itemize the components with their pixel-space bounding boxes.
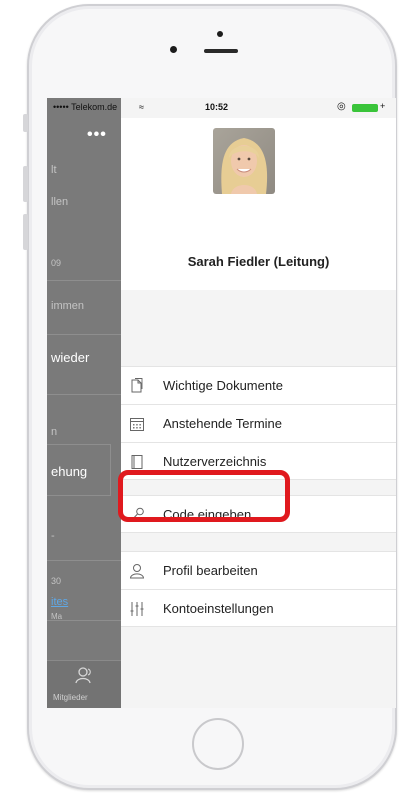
menu-item-label: Wichtige Dokumente <box>163 378 283 393</box>
menu-item-account-settings[interactable]: Kontoeinstellungen <box>121 589 396 627</box>
background-app-overlay[interactable]: ••• lt llen 09 immen wieder n ehung - 30… <box>47 98 121 708</box>
menu-item-label: Nutzerverzeichnis <box>163 454 267 469</box>
wifi-icon: ≈ <box>139 102 144 112</box>
directory-icon <box>131 455 143 469</box>
bg-text-fragment: 30 <box>51 576 62 586</box>
home-button[interactable] <box>192 718 244 770</box>
user-icon <box>129 564 145 579</box>
bg-text-fragment: ehung <box>51 464 88 479</box>
tab-members-label: Mitglieder <box>53 693 88 702</box>
menu-item-edit-profile[interactable]: Profil bearbeiten <box>121 551 396 589</box>
front-camera <box>217 31 223 37</box>
highlight-annotation <box>118 470 290 522</box>
divider <box>47 394 121 395</box>
carrier-label: ••••• Telekom.de <box>53 102 118 112</box>
bg-text-fragment: n <box>51 426 58 438</box>
divider <box>47 280 121 281</box>
menu-item-documents[interactable]: Wichtige Dokumente <box>121 366 396 404</box>
charging-icon: + <box>380 101 386 111</box>
phone-screen: ••••• Telekom.de ≈ 10:52 ◎ + ••• lt llen… <box>47 98 396 708</box>
members-icon <box>75 667 91 684</box>
earpiece-speaker <box>204 49 238 53</box>
menu-item-label: Anstehende Termine <box>163 416 283 431</box>
bg-text-fragment: - <box>51 530 55 542</box>
battery-icon <box>352 104 378 112</box>
menu-group-account: Profil bearbeiten Kontoeinstellungen <box>121 551 396 627</box>
menu-item-appointments[interactable]: Anstehende Termine <box>121 404 396 442</box>
alarm-icon: ◎ <box>337 101 346 112</box>
bg-text-fragment: immen <box>51 300 85 312</box>
proximity-sensor <box>170 46 177 53</box>
status-bar: ••••• Telekom.de ≈ 10:52 ◎ + <box>47 98 396 118</box>
divider <box>47 334 121 335</box>
volume-up-button <box>23 166 28 202</box>
bg-text-fragment: 09 <box>51 258 62 268</box>
bg-link-fragment: ites <box>51 596 69 608</box>
menu-item-label: Profil bearbeiten <box>163 563 258 578</box>
bg-text-fragment: llen <box>51 196 69 208</box>
documents-icon <box>131 378 143 393</box>
divider <box>47 560 121 561</box>
bg-text-fragment: lt <box>51 164 57 176</box>
divider <box>47 620 121 621</box>
clock: 10:52 <box>205 102 229 112</box>
avatar-photo <box>213 128 275 194</box>
volume-down-button <box>23 214 28 250</box>
profile-name: Sarah Fiedler (Leitung) <box>187 254 330 269</box>
side-drawer: Sarah Fiedler (Leitung) Wichtige Dokumen… <box>121 98 396 708</box>
bg-text-fragment: wieder <box>51 350 90 365</box>
avatar[interactable] <box>213 128 275 194</box>
profile-header: Sarah Fiedler (Leitung) <box>121 118 396 290</box>
more-icon: ••• <box>87 126 107 143</box>
calendar-icon <box>130 418 144 431</box>
mute-switch <box>23 114 28 132</box>
bg-tab-bar: Mitglieder <box>47 660 121 708</box>
menu-item-label: Kontoeinstellungen <box>163 601 274 616</box>
sliders-icon <box>130 602 144 616</box>
menu-group-content: Wichtige Dokumente Anstehende Termine Nu… <box>121 366 396 480</box>
